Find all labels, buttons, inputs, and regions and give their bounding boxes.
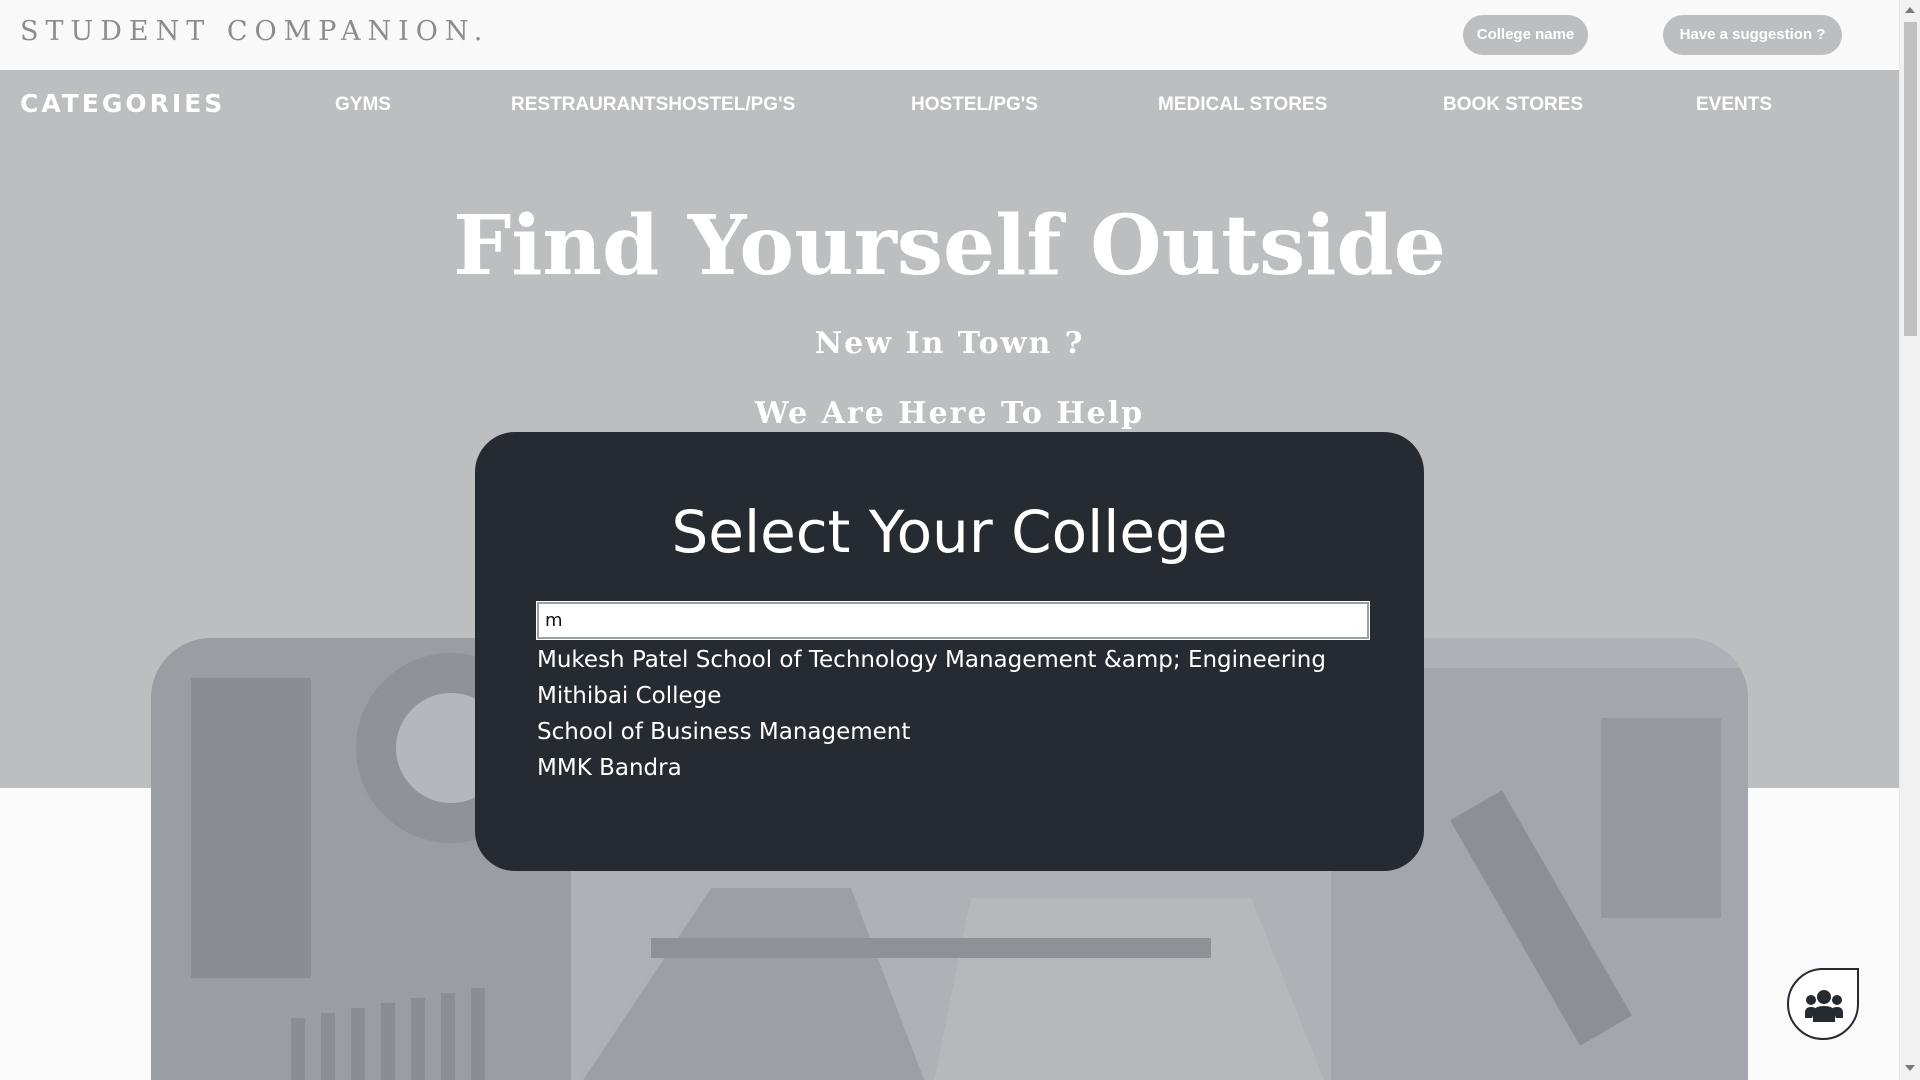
nav-item-hostel[interactable]: HOSTEL/PG'S (911, 94, 1038, 116)
suggestion-button[interactable]: Have a suggestion ? (1663, 15, 1842, 55)
nav-item-gyms[interactable]: GYMS (335, 94, 391, 116)
college-suggestion-item[interactable]: Mithibai College (537, 678, 1326, 714)
select-college-modal: Select Your College Mukesh Patel School … (475, 432, 1424, 871)
hero-subtitle: New In Town ? (814, 326, 1085, 361)
nav-item-book-stores[interactable]: BOOK STORES (1443, 94, 1583, 116)
scroll-down-icon[interactable] (1905, 1065, 1915, 1071)
college-suggestion-item[interactable]: MMK Bandra (537, 750, 1326, 786)
hero-tagline: We Are Here To Help (754, 396, 1145, 431)
hero-headline: Find Yourself Outside (453, 198, 1446, 294)
nav-item-restaurants[interactable]: RESTRAURANTSHOSTEL/PG'S (511, 94, 795, 116)
college-search-input[interactable] (536, 601, 1370, 640)
modal-title: Select Your College (671, 498, 1228, 566)
college-suggestion-item[interactable]: Mukesh Patel School of Technology Manage… (537, 642, 1326, 678)
top-bar: STUDENT COMPANION. College name Have a s… (0, 0, 1899, 70)
nav-item-events[interactable]: EVENTS (1696, 94, 1772, 116)
college-suggestion-item[interactable]: School of Business Management (537, 714, 1326, 750)
nav-item-medical-stores[interactable]: MEDICAL STORES (1158, 94, 1327, 116)
categories-title: CATEGORIES (20, 89, 226, 118)
community-button[interactable] (1787, 968, 1859, 1040)
scroll-up-icon[interactable] (1905, 7, 1915, 13)
users-group-icon (1805, 990, 1843, 1022)
college-suggestion-list: Mukesh Patel School of Technology Manage… (537, 642, 1326, 786)
page-scrollbar[interactable] (1899, 0, 1920, 1080)
brand-logo[interactable]: STUDENT COMPANION. (20, 16, 489, 47)
college-name-button[interactable]: College name (1463, 15, 1588, 55)
page: STUDENT COMPANION. College name Have a s… (0, 0, 1920, 1080)
scroll-thumb[interactable] (1904, 22, 1917, 336)
